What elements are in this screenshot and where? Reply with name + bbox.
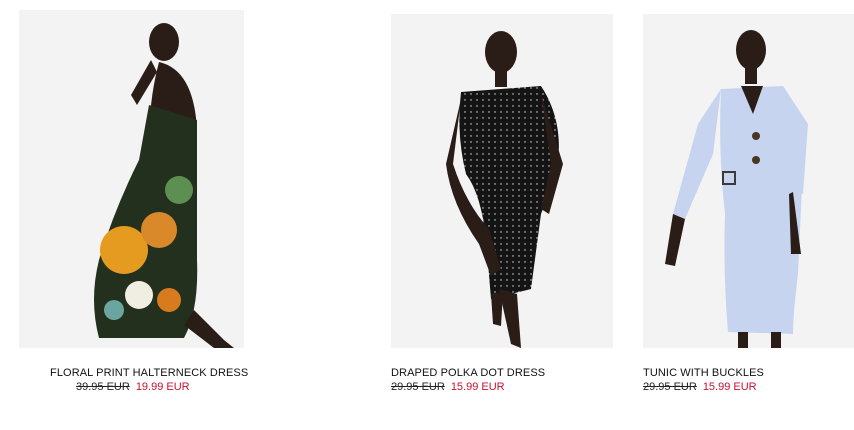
product-image-blue-tunic[interactable] [643,14,854,348]
old-price: 29.95 EUR [643,381,697,393]
product-image-polka-dot-dress[interactable] [391,14,613,348]
old-price: 39.95 EUR [76,381,130,393]
sale-price: 15.99 EUR [702,381,757,393]
product-prices: 29.95 EUR 15.99 EUR [643,381,757,393]
product-name[interactable]: TUNIC WITH BUCKLES [643,367,764,379]
old-price: 29.95 EUR [391,381,445,393]
product-name[interactable]: DRAPED POLKA DOT DRESS [391,367,545,379]
sale-price: 15.99 EUR [450,381,505,393]
product-image-floral-dress[interactable] [19,10,244,348]
product-prices: 29.95 EUR 15.99 EUR [391,381,505,393]
product-name[interactable]: FLORAL PRINT HALTERNECK DRESS [50,367,248,379]
product-prices: 39.95 EUR 19.99 EUR [76,381,190,393]
sale-price: 19.99 EUR [135,381,190,393]
